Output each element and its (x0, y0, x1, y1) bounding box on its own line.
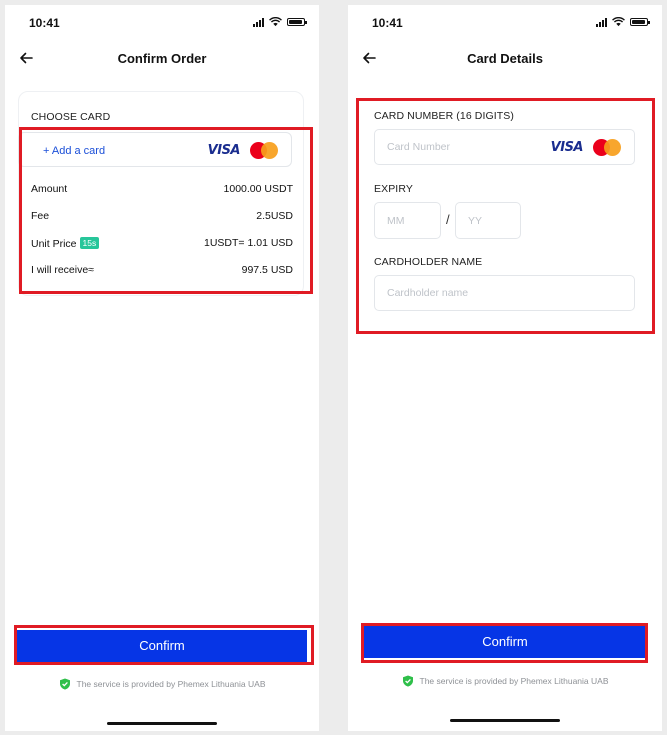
cardholder-name-input[interactable]: Cardholder name (374, 275, 635, 311)
unit-price-row: Unit Price 15s 1USDT= 1.01 USD (31, 235, 293, 251)
confirm-button[interactable]: Confirm (364, 626, 646, 658)
expiry-year-input[interactable]: YY (455, 202, 521, 239)
choose-card-label: CHOOSE CARD (31, 111, 111, 123)
confirm-order-screen: 10:41 Confirm Order CHOOSE CARD + Add a … (5, 5, 319, 731)
fee-row: Fee 2.5USD (31, 208, 293, 224)
card-brands: VISA (208, 142, 278, 159)
signal-icon (596, 17, 607, 27)
nav-bar: Confirm Order (5, 47, 319, 71)
battery-icon (287, 18, 307, 26)
amount-value: 1000.00 USDT (223, 183, 293, 195)
expiry-label: EXPIRY (374, 183, 413, 195)
status-time: 10:41 (29, 16, 60, 30)
signal-icon (253, 17, 264, 27)
status-bar: 10:41 (5, 5, 319, 41)
card-details-screen: 10:41 Card Details CARD NUMBER (16 DIGIT… (348, 5, 662, 731)
mastercard-icon (593, 139, 621, 156)
wifi-icon (612, 17, 625, 27)
unit-price-label: Unit Price (31, 238, 77, 250)
page-title: Card Details (467, 51, 543, 66)
add-card-button[interactable]: + Add a card VISA (18, 132, 292, 167)
provider-text: The service is provided by Phemex Lithua… (76, 679, 266, 689)
home-indicator (450, 719, 560, 722)
battery-icon (630, 18, 650, 26)
nav-bar: Card Details (348, 47, 662, 71)
card-number-input[interactable]: Card Number VISA (374, 129, 635, 165)
add-card-label: + Add a card (43, 145, 106, 157)
receive-value: 997.5 USD (241, 264, 293, 276)
fee-value: 2.5USD (256, 210, 293, 222)
price-timer-badge: 15s (79, 237, 100, 249)
visa-logo: VISA (207, 143, 241, 158)
home-indicator (107, 722, 217, 725)
shield-check-icon (59, 678, 70, 690)
visa-logo: VISA (550, 140, 584, 155)
expiry-month-placeholder: MM (387, 214, 405, 227)
status-bar: 10:41 (348, 5, 662, 41)
expiry-year-placeholder: YY (468, 214, 483, 227)
provider-text: The service is provided by Phemex Lithua… (419, 676, 609, 686)
cardholder-label: CARDHOLDER NAME (374, 256, 483, 268)
card-number-label: CARD NUMBER (16 DIGITS) (374, 110, 514, 122)
fee-label: Fee (31, 210, 50, 222)
confirm-button[interactable]: Confirm (17, 630, 307, 662)
page-title: Confirm Order (117, 51, 207, 66)
card-brands: VISA (551, 139, 621, 156)
receive-label: I will receive≈ (31, 264, 94, 276)
expiry-separator: / (446, 212, 450, 227)
cardholder-placeholder: Cardholder name (387, 287, 469, 299)
provider-note: The service is provided by Phemex Lithua… (348, 675, 662, 687)
shield-check-icon (402, 675, 413, 687)
mastercard-icon (250, 142, 278, 159)
receive-row: I will receive≈ 997.5 USD (31, 262, 293, 278)
provider-note: The service is provided by Phemex Lithua… (5, 678, 319, 690)
unit-price-value: 1USDT= 1.01 USD (204, 237, 293, 249)
amount-row: Amount 1000.00 USDT (31, 181, 293, 197)
expiry-month-input[interactable]: MM (374, 202, 441, 239)
card-number-placeholder: Card Number (387, 141, 451, 153)
status-time: 10:41 (372, 16, 403, 30)
wifi-icon (269, 17, 282, 27)
amount-label: Amount (31, 183, 68, 195)
